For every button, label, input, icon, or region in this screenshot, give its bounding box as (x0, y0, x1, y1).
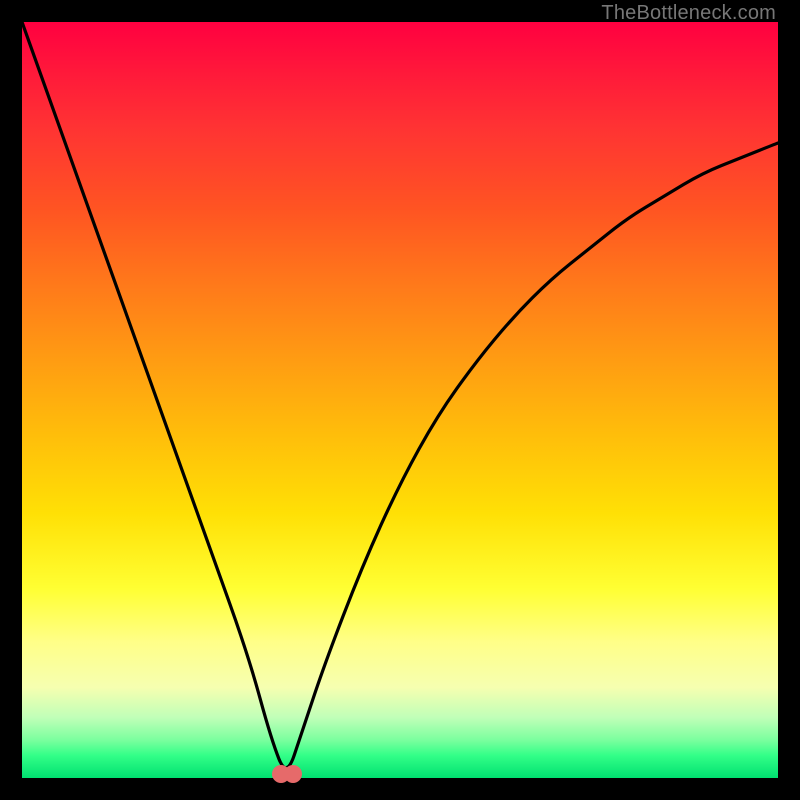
chart-frame (22, 22, 778, 778)
bottleneck-curve (22, 22, 778, 768)
optimum-marker-b (284, 765, 302, 783)
chart-svg (22, 22, 778, 778)
